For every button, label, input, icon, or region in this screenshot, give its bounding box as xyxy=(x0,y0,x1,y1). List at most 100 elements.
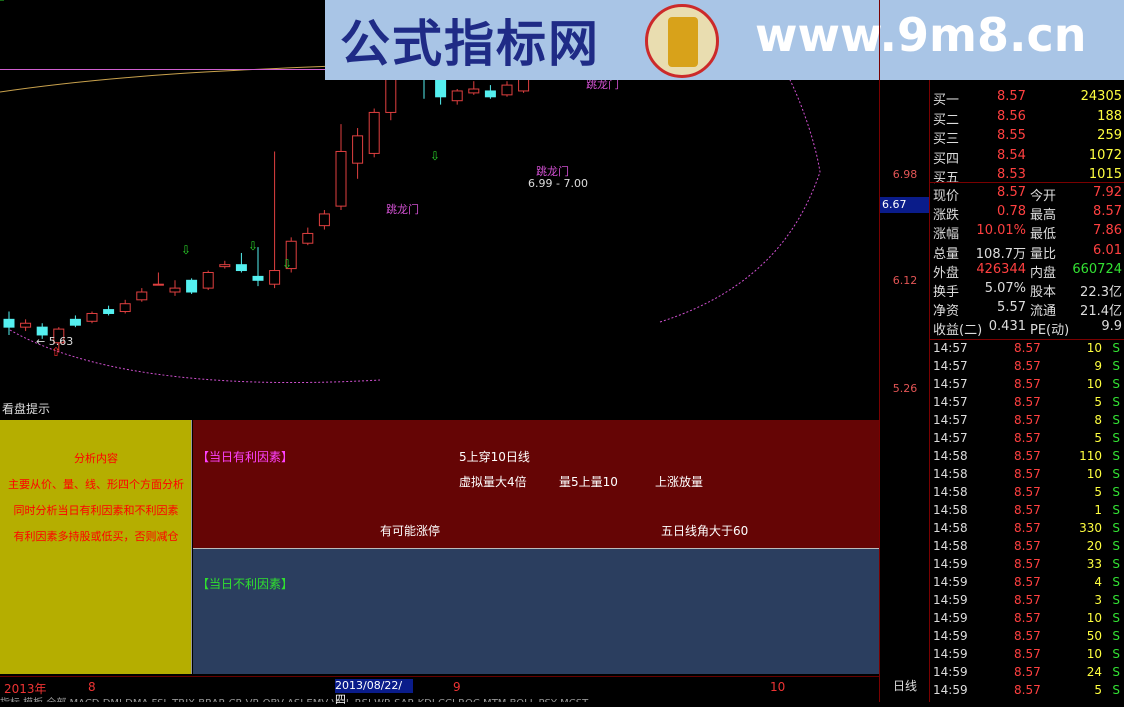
tick-side: S xyxy=(1112,539,1120,553)
tick-price: 8.57 xyxy=(1014,593,1041,607)
stat-value: 5.57 xyxy=(997,300,1026,316)
tick-time: 14:57 xyxy=(933,431,968,445)
stat-row: 换手 5.07% 股本 22.3亿 xyxy=(930,280,1124,300)
candle xyxy=(119,299,131,314)
tick-time: 14:59 xyxy=(933,647,968,661)
tick-volume: 5 xyxy=(1094,485,1102,499)
tick-row: 14:59 8.57 10 S xyxy=(930,647,1124,665)
tick-time: 14:59 xyxy=(933,557,968,571)
candle-body xyxy=(252,275,264,281)
tick-volume: 20 xyxy=(1086,539,1102,553)
tick-price: 8.57 xyxy=(1014,467,1041,481)
candle-body xyxy=(235,264,247,272)
tip-panel-title: 看盘提示 xyxy=(2,402,51,416)
tick-time: 14:57 xyxy=(933,377,968,391)
tick-side: S xyxy=(1112,395,1120,409)
tick-time: 14:59 xyxy=(933,629,968,643)
candle xyxy=(86,311,98,324)
watermark-en: www.9m8.cn xyxy=(755,8,1087,62)
tick-volume: 10 xyxy=(1086,467,1102,481)
tick-price: 8.57 xyxy=(1014,359,1041,373)
stat-value: 7.92 xyxy=(1093,185,1122,200)
tick-volume: 5 xyxy=(1094,683,1102,697)
good-factor-item: 上涨放量 xyxy=(655,475,704,489)
buy-label: 买二 xyxy=(933,112,960,128)
stat-value: 21.4亿 xyxy=(1080,304,1122,320)
stat-value: 0.78 xyxy=(997,204,1026,220)
stat-label: 收益(二) xyxy=(933,323,983,339)
tick-time: 14:57 xyxy=(933,413,968,427)
stat-value: 0.431 xyxy=(988,319,1026,335)
period-selector[interactable]: 日线 xyxy=(880,676,930,702)
tick-time: 14:58 xyxy=(933,467,968,481)
stat-value: 6.01 xyxy=(1093,242,1122,258)
tip-good-panel: 【当日有利因素】 5上穿10日线 虚拟量大4倍 量5上量10 上涨放量 有可能涨… xyxy=(193,420,880,549)
stat-label: 最低 xyxy=(1030,227,1057,243)
tick-row: 14:59 8.57 50 S xyxy=(930,629,1124,647)
indicator-tabs[interactable]: 指标 模板 全部 MACD DMI DMA FSL TRIX BRAR CR V… xyxy=(0,694,880,702)
tick-price: 8.57 xyxy=(1014,539,1041,553)
tick-time: 14:58 xyxy=(933,503,968,517)
stat-row: 涨幅 10.01% 最低 7.86 xyxy=(930,222,1124,243)
buy-row: 买二 8.56 188 xyxy=(930,108,1124,128)
tick-price: 8.57 xyxy=(1014,629,1041,643)
tick-side: S xyxy=(1112,503,1120,517)
tick-volume: 33 xyxy=(1086,557,1102,571)
candle xyxy=(368,108,380,158)
tick-side: S xyxy=(1112,683,1120,697)
watermark-logo-icon xyxy=(645,4,719,78)
buy-label: 买四 xyxy=(933,151,960,167)
tick-volume: 5 xyxy=(1094,431,1102,445)
tick-time: 14:58 xyxy=(933,521,968,535)
buy-label: 买三 xyxy=(933,132,960,147)
tick-row: 14:58 8.57 10 S xyxy=(930,467,1124,485)
tick-price: 8.57 xyxy=(1014,377,1041,391)
stat-row: 现价 8.57 今开 7.92 xyxy=(930,184,1124,204)
stat-row: 净资 5.57 流通 21.4亿 xyxy=(930,299,1124,320)
buy-row: 买一 8.57 24305 xyxy=(930,88,1124,108)
tick-row: 14:59 8.57 5 S xyxy=(930,683,1124,701)
tick-row: 14:57 8.57 5 S xyxy=(930,431,1124,449)
divider xyxy=(930,339,1124,340)
buy-volume: 259 xyxy=(1097,128,1122,143)
tip-left-line: 主要从价、量、线、形四个方面分析 xyxy=(8,478,184,491)
candle xyxy=(352,128,364,179)
stat-label: 最高 xyxy=(1030,208,1057,224)
stat-label: 净资 xyxy=(933,304,960,320)
tick-volume: 10 xyxy=(1086,647,1102,661)
candle-body xyxy=(451,90,463,102)
tick-volume: 330 xyxy=(1079,521,1102,535)
tick-row: 14:59 8.57 3 S xyxy=(930,593,1124,611)
stat-value: 8.57 xyxy=(997,185,1026,200)
tick-row: 14:59 8.57 24 S xyxy=(930,665,1124,683)
tick-side: S xyxy=(1112,521,1120,535)
tick-side: S xyxy=(1112,593,1120,607)
tick-price: 8.57 xyxy=(1014,449,1041,463)
low-label: ← 5.63 xyxy=(36,335,73,348)
stat-label: 换手 xyxy=(933,285,960,300)
good-factor-item: 五日线角大于60 xyxy=(661,524,749,538)
candle xyxy=(302,227,314,246)
buy-volume: 24305 xyxy=(1080,89,1122,104)
candle xyxy=(152,272,164,286)
buy-price: 8.55 xyxy=(997,128,1026,143)
tick-volume: 10 xyxy=(1086,377,1102,391)
tick-volume: 110 xyxy=(1079,449,1102,463)
candle-body xyxy=(103,309,115,314)
stat-label: 今开 xyxy=(1030,189,1057,204)
good-factor-item: 有可能涨停 xyxy=(380,524,441,538)
candle-body xyxy=(352,135,364,164)
tick-time: 14:57 xyxy=(933,359,968,373)
tick-side: S xyxy=(1112,341,1120,355)
candle xyxy=(501,81,513,97)
good-factor-item: 5上穿10日线 xyxy=(459,450,530,464)
tick-price: 8.57 xyxy=(1014,611,1041,625)
candle xyxy=(484,85,496,99)
tick-price: 8.57 xyxy=(1014,557,1041,571)
tick-side: S xyxy=(1112,485,1120,499)
buy-row: 买四 8.54 1072 xyxy=(930,147,1124,167)
tick-side: S xyxy=(1112,413,1120,427)
tick-price: 8.57 xyxy=(1014,647,1041,661)
candle-body xyxy=(368,111,380,154)
candle xyxy=(69,315,81,328)
